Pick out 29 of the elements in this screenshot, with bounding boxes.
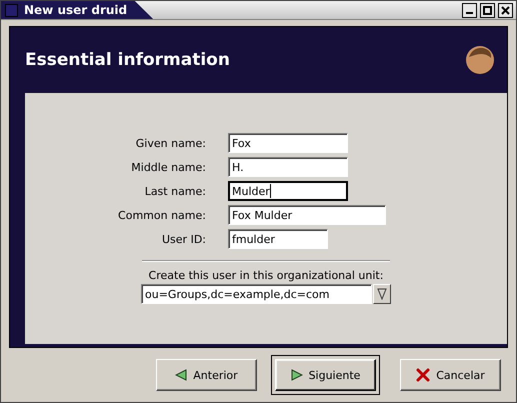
page-title: Essential information	[25, 50, 230, 70]
field-label: Common name:	[118, 208, 206, 222]
back-button[interactable]: Anterior	[156, 359, 257, 391]
avatar-icon	[465, 45, 495, 75]
text-field[interactable]: Fox Mulder	[228, 205, 386, 225]
triangle-down-icon	[377, 288, 387, 300]
left-arrow-icon	[175, 369, 188, 381]
field-label: Middle name:	[131, 160, 206, 174]
cancel-button[interactable]: Cancelar	[400, 359, 501, 391]
right-arrow-icon	[290, 369, 303, 381]
dropdown-button[interactable]	[373, 284, 391, 304]
close-button[interactable]	[498, 2, 513, 18]
text-cursor	[270, 184, 271, 198]
field-label: Given name:	[136, 136, 206, 150]
text-field[interactable]: Mulder	[228, 181, 348, 201]
field-label: User ID:	[162, 232, 206, 246]
text-field[interactable]: Fox	[228, 133, 348, 153]
maximize-icon	[483, 6, 492, 14]
text-field[interactable]: fmulder	[228, 229, 328, 249]
minimize-icon	[466, 12, 473, 14]
minimize-button[interactable]	[462, 2, 477, 18]
text-field[interactable]: H.	[228, 157, 348, 177]
cross-icon	[416, 368, 430, 382]
ou-label: Create this user in this organizational unit:	[148, 269, 384, 282]
close-icon	[501, 6, 510, 14]
ou-field[interactable]: ou=Groups,dc=example,dc=com	[141, 284, 372, 304]
maximize-button[interactable]	[480, 2, 495, 18]
field-label: Last name:	[144, 184, 206, 198]
window-title: New user druid	[24, 3, 128, 17]
